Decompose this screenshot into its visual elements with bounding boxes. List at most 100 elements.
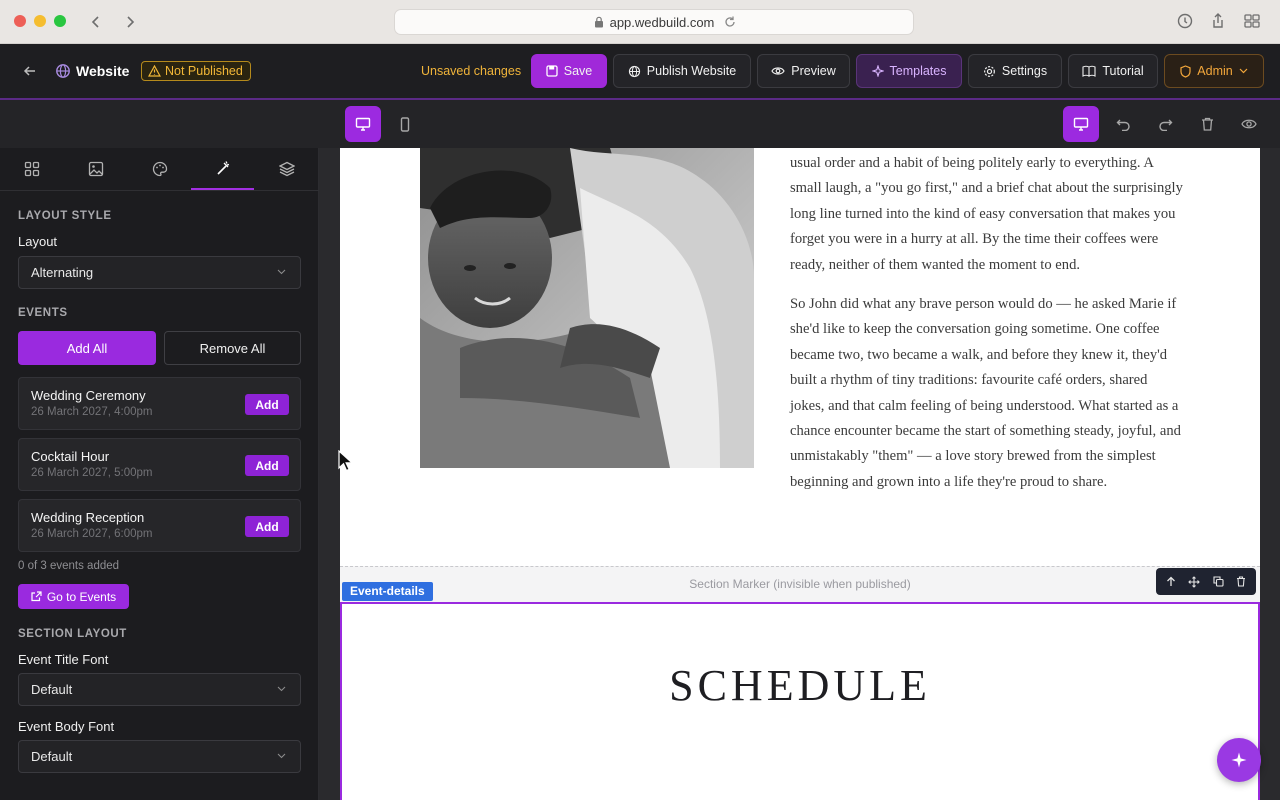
back-icon[interactable] — [22, 63, 38, 79]
layout-label: Layout — [18, 234, 58, 249]
remove-all-events-button[interactable]: Remove All — [164, 331, 301, 365]
sparkle-icon — [1230, 751, 1248, 769]
events-count: 0 of 3 events added — [18, 560, 120, 572]
minimize-window-button[interactable] — [34, 15, 46, 27]
event-date: 26 March 2027, 5:00pm — [31, 467, 153, 479]
toggle-visibility-button[interactable] — [1231, 106, 1267, 142]
event-title: Wedding Reception — [31, 510, 145, 525]
admin-menu-button[interactable]: Admin — [1164, 54, 1264, 88]
phone-icon — [400, 116, 410, 132]
reload-icon[interactable] — [723, 15, 737, 29]
chevron-down-icon — [277, 686, 286, 692]
status-badge: Not Published — [141, 61, 251, 81]
story-text[interactable]: usual order and a habit of being politel… — [790, 151, 1185, 509]
tab-layers[interactable] — [255, 148, 318, 190]
palette-icon — [152, 161, 168, 177]
preview-button[interactable]: Preview — [757, 54, 850, 88]
tab-sections[interactable] — [0, 148, 63, 190]
settings-button[interactable]: Settings — [968, 54, 1062, 88]
add-section-fab[interactable] — [1217, 738, 1261, 782]
layers-icon — [278, 161, 295, 177]
chevron-down-icon — [277, 753, 286, 759]
eye-icon — [771, 66, 785, 76]
drag-move-icon[interactable] — [1188, 575, 1201, 588]
add-event-button[interactable]: Add — [245, 516, 289, 537]
event-card: Wedding Reception 26 March 2027, 6:00pm … — [18, 499, 301, 552]
shield-icon — [1180, 64, 1191, 78]
tab-overview-icon[interactable] — [1243, 12, 1261, 30]
event-date: 26 March 2027, 4:00pm — [31, 406, 153, 418]
title-font-label: Event Title Font — [18, 652, 109, 667]
url-text: app.wedbuild.com — [609, 14, 715, 30]
trash-icon[interactable] — [1236, 576, 1246, 587]
event-card: Wedding Ceremony 26 March 2027, 4:00pm A… — [18, 377, 301, 430]
tutorial-button[interactable]: Tutorial — [1068, 54, 1158, 88]
status-badge-label: Not Published — [165, 64, 243, 78]
body-font-label: Event Body Font — [18, 719, 115, 734]
canvas-gutter — [319, 148, 340, 800]
lock-icon — [594, 16, 604, 28]
event-date: 26 March 2027, 6:00pm — [31, 528, 153, 540]
site-title: Website — [76, 63, 130, 79]
image-icon — [88, 161, 104, 177]
desktop-view-button[interactable] — [345, 106, 381, 142]
back-arrow-icon[interactable] — [86, 12, 106, 32]
globe-icon — [55, 63, 71, 79]
section-layout-heading: SECTION LAYOUT — [18, 628, 127, 640]
app-header: Website Not Published Unsaved changes Sa… — [0, 44, 1280, 100]
forward-arrow-icon[interactable] — [120, 12, 140, 32]
undo-icon — [1116, 117, 1131, 131]
story-paragraph: So John did what any brave person would … — [790, 296, 1181, 490]
page-canvas[interactable]: usual order and a habit of being politel… — [340, 148, 1260, 800]
event-title: Wedding Ceremony — [31, 388, 146, 403]
grid-icon — [24, 161, 40, 177]
duplicate-icon[interactable] — [1213, 576, 1224, 587]
warning-icon — [148, 65, 161, 77]
share-icon[interactable] — [1209, 12, 1227, 30]
add-all-events-button[interactable]: Add All — [18, 331, 156, 365]
layout-select[interactable]: Alternating — [18, 256, 301, 289]
close-window-button[interactable] — [14, 15, 26, 27]
desktop-preview-button[interactable] — [1063, 106, 1099, 142]
undo-button[interactable] — [1105, 106, 1141, 142]
properties-panel: LAYOUT STYLE Layout Alternating EVENTS A… — [0, 148, 319, 800]
story-paragraph: usual order and a habit of being politel… — [790, 155, 1183, 273]
sparkle-icon — [871, 65, 884, 77]
publish-website-button[interactable]: Publish Website — [613, 54, 751, 88]
events-heading: EVENTS — [18, 307, 68, 319]
move-up-icon[interactable] — [1166, 576, 1176, 587]
couple-photo[interactable] — [420, 148, 754, 468]
tab-media[interactable] — [64, 148, 127, 190]
section-tag[interactable]: Event-details — [342, 582, 433, 601]
redo-button[interactable] — [1147, 106, 1183, 142]
add-event-button[interactable]: Add — [245, 455, 289, 476]
external-link-icon — [31, 591, 42, 602]
download-icon[interactable] — [1176, 12, 1194, 30]
tab-customize[interactable] — [191, 148, 254, 190]
desktop-icon — [355, 117, 371, 131]
delete-button[interactable] — [1189, 106, 1225, 142]
chevron-down-icon — [1239, 68, 1248, 74]
desktop-icon — [1073, 117, 1089, 131]
redo-icon — [1158, 117, 1173, 131]
body-font-select[interactable]: Default — [18, 740, 301, 773]
browser-chrome: app.wedbuild.com — [0, 0, 1280, 44]
go-to-events-button[interactable]: Go to Events — [18, 584, 129, 609]
add-event-button[interactable]: Add — [245, 394, 289, 415]
save-button[interactable]: Save — [531, 54, 607, 88]
title-font-select[interactable]: Default — [18, 673, 301, 706]
event-card: Cocktail Hour 26 March 2027, 5:00pm Add — [18, 438, 301, 491]
canvas-gutter — [1260, 148, 1280, 800]
tab-theme[interactable] — [128, 148, 191, 190]
unsaved-changes-text: Unsaved changes — [421, 64, 522, 78]
save-icon — [546, 65, 558, 77]
schedule-heading[interactable]: SCHEDULE — [340, 660, 1260, 711]
event-title: Cocktail Hour — [31, 449, 110, 464]
templates-button[interactable]: Templates — [856, 54, 962, 88]
mobile-view-button[interactable] — [387, 106, 423, 142]
trash-icon — [1201, 117, 1214, 131]
section-marker: Section Marker (invisible when published… — [340, 566, 1260, 603]
maximize-window-button[interactable] — [54, 15, 66, 27]
address-bar[interactable]: app.wedbuild.com — [394, 9, 914, 35]
chevron-down-icon — [277, 269, 286, 275]
